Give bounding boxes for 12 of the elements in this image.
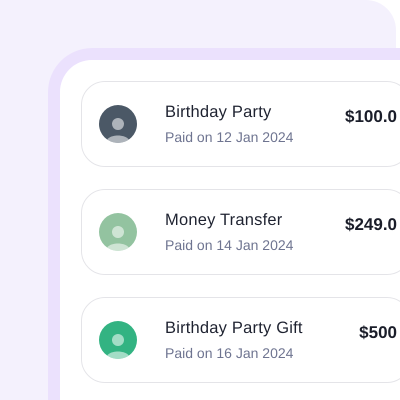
payment-amount: $249.0: [345, 214, 397, 236]
payment-title: Money Transfer: [165, 210, 284, 230]
payment-date: Paid on 14 Jan 2024: [165, 236, 294, 254]
payment-amount: $500: [359, 322, 397, 344]
payment-card[interactable]: Birthday Party Paid on 12 Jan 2024 $100.0: [81, 81, 400, 167]
payment-date: Paid on 16 Jan 2024: [165, 344, 294, 362]
payment-date: Paid on 12 Jan 2024: [165, 128, 294, 146]
payment-amount: $100.0: [345, 106, 397, 128]
payment-title: Birthday Party Gift: [165, 318, 304, 338]
payment-card[interactable]: Money Transfer Paid on 14 Jan 2024 $249.0: [81, 189, 400, 275]
payment-card[interactable]: Birthday Party Gift Paid on 16 Jan 2024 $500: [81, 297, 400, 383]
payment-title: Birthday Party: [165, 102, 272, 122]
